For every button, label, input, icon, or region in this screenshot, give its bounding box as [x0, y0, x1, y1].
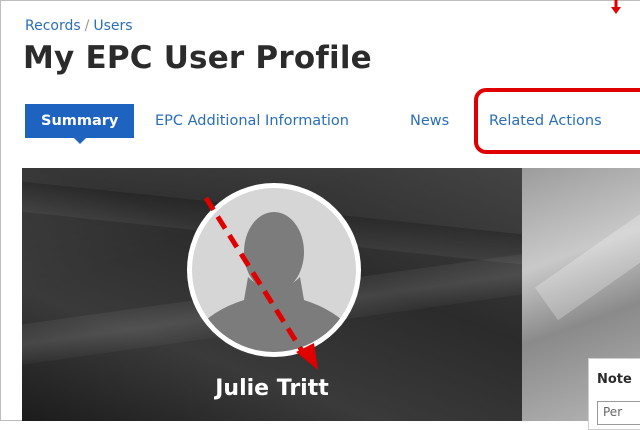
breadcrumb: Records / Users — [25, 18, 133, 34]
panel-texture — [534, 195, 640, 321]
red-highlight-box — [474, 88, 640, 154]
notes-title: Note — [597, 372, 632, 387]
tab-news[interactable]: News — [410, 104, 449, 138]
tab-epc-additional-information[interactable]: EPC Additional Information — [155, 104, 349, 138]
profile-hero-banner: Julie Tritt — [22, 168, 522, 421]
active-tab-caret-icon — [73, 138, 86, 144]
tab-news-label: News — [410, 113, 450, 129]
page-title: My EPC User Profile — [23, 40, 372, 76]
avatar — [187, 183, 361, 357]
breadcrumb-users-link[interactable]: Users — [93, 18, 132, 34]
breadcrumb-separator: / — [84, 18, 90, 34]
breadcrumb-records-link[interactable]: Records — [25, 18, 81, 34]
tab-summary-label: Summary — [41, 113, 119, 129]
notes-input[interactable]: Per — [597, 401, 640, 425]
notes-card: Note Per — [588, 358, 640, 430]
red-down-arrow-icon — [611, 0, 621, 14]
tab-epc-additional-information-label: EPC Additional Information — [155, 113, 349, 129]
tab-summary[interactable]: Summary — [25, 104, 135, 144]
user-name: Julie Tritt — [215, 376, 329, 401]
